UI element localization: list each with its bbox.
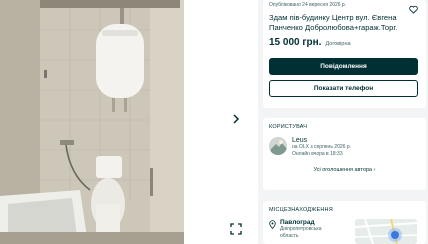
user-row: Leus на OLX з серпень 2026 р. Онлайн вчо… xyxy=(269,137,420,158)
last-online: Онлайн вчора в 18:33 xyxy=(292,151,343,157)
heart-outline-icon xyxy=(409,5,418,14)
bathroom-photo xyxy=(0,0,184,244)
published-date: Опубліковано 24 вересня 2026 р. xyxy=(269,2,347,8)
expand-icon xyxy=(230,223,242,235)
all-ads-label: Усі оголошення автора xyxy=(313,167,372,173)
listing-card: Опубліковано 24 вересня 2026 р. Здам пів… xyxy=(263,0,426,108)
listing-photo[interactable] xyxy=(0,0,184,244)
user-section-title: КОРИСТУВАЧ xyxy=(269,124,308,130)
location-section-title: МІСЦЕЗНАХОДЖЕННЯ xyxy=(269,207,333,213)
chevron-right-icon: › xyxy=(373,167,376,173)
region-line-2: область xyxy=(280,232,299,239)
member-since: на OLX з серпень 2026 р. xyxy=(292,144,351,150)
location-text: Павлоград Дніпропетровська область xyxy=(280,219,321,239)
fullscreen-button[interactable] xyxy=(230,222,242,235)
user-info: Leus на OLX з серпень 2026 р. Онлайн вчо… xyxy=(292,137,351,158)
user-card: КОРИСТУВАЧ Leus на OLX з серпень 2026 р.… xyxy=(263,118,426,190)
chevron-right-icon xyxy=(233,114,240,124)
message-button[interactable]: Повідомлення xyxy=(269,58,418,75)
avatar[interactable] xyxy=(269,137,287,155)
location-pin-icon xyxy=(269,220,276,229)
price-row: 15 000 грн. Договірна xyxy=(269,37,420,48)
location-card: МІСЦЕЗНАХОДЖЕННЯ Павлоград Дніпропетровс… xyxy=(263,201,426,244)
listing-title: Здам пів-будинку Центр вул. Євгена Панче… xyxy=(269,13,398,32)
avatar-image xyxy=(269,137,287,155)
show-phone-button[interactable]: Показати телефон xyxy=(269,80,418,97)
region-line-1: Дніпропетровська xyxy=(280,226,322,232)
favorite-button[interactable] xyxy=(409,1,418,14)
map-thumbnail xyxy=(355,219,417,244)
all-ads-link[interactable]: Усі оголошення автора › xyxy=(269,167,420,173)
next-photo-button[interactable] xyxy=(229,112,243,126)
city-name: Павлоград xyxy=(280,219,315,226)
negotiable-label: Договірна xyxy=(325,41,351,47)
user-name[interactable]: Leus xyxy=(292,137,351,144)
gallery-area xyxy=(0,0,258,244)
listing-price: 15 000 грн. xyxy=(269,37,322,48)
location-map[interactable] xyxy=(355,219,417,244)
